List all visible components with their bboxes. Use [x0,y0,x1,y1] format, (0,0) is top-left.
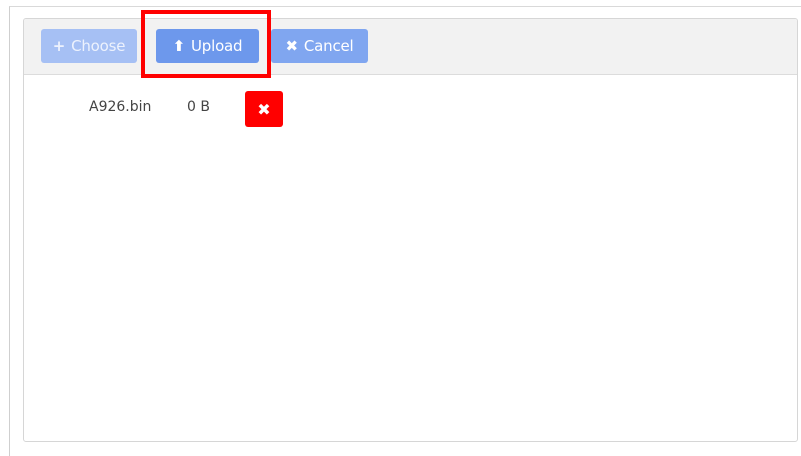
upload-icon: ⬆ [172,36,186,55]
upload-button-label: Upload [191,37,243,55]
remove-file-button[interactable]: ✖ [245,91,283,127]
times-icon: ✖ [285,36,299,55]
cancel-button-label: Cancel [303,37,354,55]
upload-button[interactable]: ⬆ Upload [156,29,259,63]
file-uploader: + Choose ⬆ Upload ✖ Cancel A926.bin 0 B … [23,18,798,442]
file-size: 0 B [187,99,210,115]
choose-button[interactable]: + Choose [41,29,137,63]
times-icon: ✖ [257,99,271,119]
choose-button-label: Choose [71,37,126,55]
cancel-button[interactable]: ✖ Cancel [271,29,368,63]
uploader-toolbar: + Choose ⬆ Upload ✖ Cancel [24,19,797,75]
plus-icon: + [52,36,66,55]
file-row: A926.bin 0 B ✖ [24,91,797,129]
file-name: A926.bin [89,99,152,115]
